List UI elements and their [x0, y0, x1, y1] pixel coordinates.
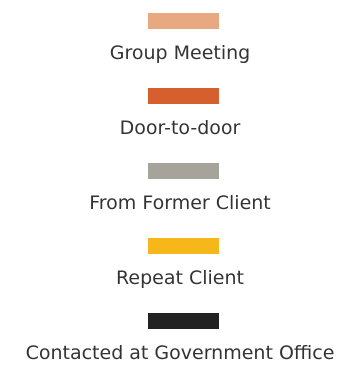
- legend-item-repeat-client: Repeat Client: [0, 225, 360, 295]
- legend-swatch: [148, 238, 219, 254]
- legend-label: Group Meeting: [109, 42, 251, 64]
- legend-item-contacted-at-government-office: Contacted at Government Office: [0, 300, 360, 370]
- legend-swatch: [148, 13, 219, 29]
- legend-label: From Former Client: [89, 192, 271, 214]
- legend-item-group-meeting: Group Meeting: [0, 0, 360, 70]
- legend-item-from-former-client: From Former Client: [0, 150, 360, 220]
- legend-swatch: [148, 88, 219, 104]
- chart-legend: Group Meeting Door-to-door From Former C…: [0, 0, 360, 364]
- legend-swatch: [148, 163, 219, 179]
- legend-label: Door-to-door: [119, 117, 241, 139]
- legend-label: Repeat Client: [116, 267, 244, 289]
- legend-swatch: [148, 313, 219, 329]
- legend-label: Contacted at Government Office: [25, 342, 335, 364]
- legend-item-door-to-door: Door-to-door: [0, 75, 360, 145]
